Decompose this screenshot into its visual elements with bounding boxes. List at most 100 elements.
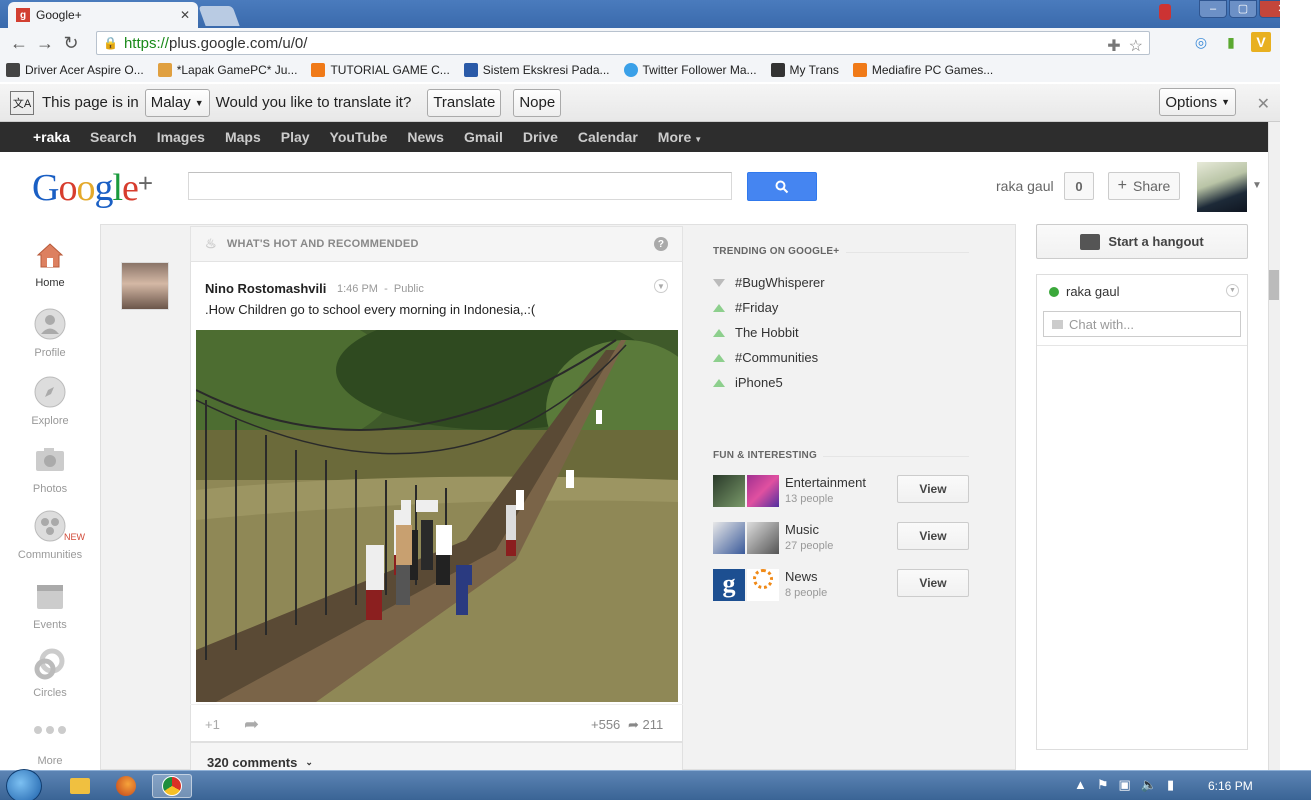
avatar[interactable] (1197, 162, 1247, 212)
community-name[interactable]: Music (785, 522, 819, 537)
trending-item[interactable]: #Communities (713, 350, 818, 365)
chevron-down-icon[interactable]: ▼ (1226, 284, 1239, 297)
new-tab-button[interactable] (198, 6, 240, 26)
start-hangout-button[interactable]: Start a hangout (1036, 224, 1248, 259)
gbar-item-gmail[interactable]: Gmail (464, 129, 503, 145)
search-input[interactable] (188, 172, 732, 200)
chrome-icon[interactable] (152, 774, 192, 798)
view-button[interactable]: View (897, 475, 969, 503)
view-button[interactable]: View (897, 569, 969, 597)
author-avatar[interactable] (121, 262, 169, 310)
nope-button[interactable]: Nope (513, 88, 562, 117)
profile-icon (34, 308, 66, 340)
plusone-count[interactable]: +556 (591, 717, 620, 732)
maximize-button[interactable]: ▢ (1229, 0, 1257, 18)
nav-item-profile[interactable]: Profile (0, 308, 100, 359)
search-button[interactable] (747, 172, 817, 201)
bookmark-item[interactable]: My Trans (770, 63, 839, 77)
nav-item-events[interactable]: Events (0, 580, 100, 631)
help-icon[interactable]: ? (654, 237, 668, 251)
chevron-down-icon[interactable]: ▼ (654, 279, 668, 293)
post-image[interactable] (196, 330, 678, 702)
scrollbar-thumb[interactable] (1269, 270, 1279, 300)
share-button[interactable]: + Share (1108, 172, 1180, 200)
post-time[interactable]: 1:46 PM (337, 283, 378, 295)
gbar-item-images[interactable]: Images (157, 129, 205, 145)
language-select[interactable]: Malay ▼ (144, 88, 210, 117)
trending-item[interactable]: #BugWhisperer (713, 275, 825, 290)
trending-item[interactable]: #Friday (713, 300, 778, 315)
gbar-item-more[interactable]: More ▼ (658, 129, 702, 145)
bookmark-item[interactable]: Sistem Ekskresi Pada... (463, 63, 610, 77)
gbar-item-news[interactable]: News (407, 129, 444, 145)
gbar-item-maps[interactable]: Maps (225, 129, 261, 145)
gbar-item-plus[interactable]: +raka (33, 129, 70, 145)
explorer-icon[interactable] (60, 774, 100, 798)
googleplus-logo[interactable]: Google+ (32, 166, 153, 210)
nav-item-more[interactable]: More (0, 724, 100, 767)
community-thumb[interactable] (713, 522, 745, 554)
gbar-item-drive[interactable]: Drive (523, 129, 558, 145)
comments-toggle[interactable]: 320 comments ⌄ (190, 742, 683, 772)
nav-item-circles[interactable]: Circles (0, 648, 100, 699)
bookmark-item[interactable]: Driver Acer Aspire O... (6, 63, 144, 77)
forward-button[interactable]: → (32, 31, 58, 55)
community-thumb[interactable] (747, 475, 779, 507)
post-author[interactable]: Nino Rostomashvili (205, 281, 326, 296)
tray-expand-icon[interactable]: ▲ (1074, 777, 1087, 793)
chat-user[interactable]: raka gaul (1049, 284, 1119, 299)
start-button[interactable] (6, 769, 42, 800)
nav-item-communities[interactable]: Communities NEW (0, 510, 100, 561)
chat-search-input[interactable]: Chat with... (1043, 311, 1241, 337)
nav-item-photos[interactable]: Photos (0, 444, 100, 495)
bookmark-item[interactable]: *Lapak GamePC* Ju... (157, 63, 297, 77)
sync-extension-icon[interactable]: ◎ (1191, 32, 1211, 52)
bookmark-item[interactable]: TUTORIAL GAME C... (311, 63, 450, 77)
share-arrow-icon[interactable]: ➦ (244, 714, 259, 735)
firefox-icon[interactable] (106, 774, 146, 798)
nav-item-explore[interactable]: Explore (0, 376, 100, 427)
notification-count[interactable]: 0 (1064, 172, 1094, 200)
share-count[interactable]: ➦ 211 (628, 717, 663, 733)
gbar-item-search[interactable]: Search (90, 129, 137, 145)
power-icon[interactable]: ▮ (1167, 777, 1174, 793)
taskbar-clock[interactable]: 6:16 PM (1208, 779, 1253, 793)
trending-item[interactable]: The Hobbit (713, 325, 799, 340)
google-news-icon[interactable]: g (713, 569, 745, 601)
back-button[interactable]: ← (6, 31, 32, 55)
network-icon[interactable]: ▣ (1119, 777, 1131, 793)
puzzle-extension-icon[interactable]: ✚ (1107, 36, 1120, 56)
extension-red-icon[interactable] (1159, 4, 1171, 20)
trending-item[interactable]: iPhone5 (713, 375, 783, 390)
flag-icon[interactable]: ⚑ (1097, 777, 1109, 793)
community-members: 27 people (785, 540, 834, 552)
tab-close-icon[interactable]: ✕ (180, 8, 190, 22)
chevron-down-icon[interactable]: ▼ (1252, 180, 1262, 191)
volume-icon[interactable]: 🔈 (1141, 777, 1157, 793)
gbar-item-calendar[interactable]: Calendar (578, 129, 638, 145)
options-button[interactable]: Options ▼ (1159, 88, 1236, 116)
translate-button[interactable]: Translate (427, 88, 502, 117)
close-icon[interactable]: ✕ (1257, 94, 1270, 114)
community-name[interactable]: News (785, 569, 818, 584)
community-thumb[interactable] (713, 475, 745, 507)
bookmark-item[interactable]: Mediafire PC Games... (852, 63, 993, 77)
minimize-button[interactable]: – (1199, 0, 1227, 18)
bookmark-item[interactable]: Twitter Follower Ma... (623, 63, 757, 77)
reload-button[interactable]: ↻ (58, 31, 84, 55)
v-extension-icon[interactable]: V (1251, 32, 1271, 52)
gbar-item-play[interactable]: Play (281, 129, 310, 145)
header-user-name[interactable]: raka gaul (996, 178, 1054, 194)
browser-tab-googleplus[interactable]: g Google+ ✕ (8, 2, 198, 28)
thomson-reuters-icon[interactable] (747, 569, 779, 601)
gbar-item-youtube[interactable]: YouTube (330, 129, 388, 145)
community-name[interactable]: Entertainment (785, 475, 866, 490)
signal-extension-icon[interactable]: ▮ (1221, 32, 1241, 52)
view-button[interactable]: View (897, 522, 969, 550)
community-thumb[interactable] (747, 522, 779, 554)
plusone-button[interactable]: +1 (205, 717, 220, 732)
bookmark-star-icon[interactable]: ☆ (1129, 36, 1143, 56)
nav-item-home[interactable]: Home (0, 240, 100, 289)
page-scrollbar[interactable] (1268, 122, 1280, 770)
address-bar[interactable]: 🔒 https:// plus.google.com/u/0/ ✚ ☆ (96, 31, 1150, 55)
